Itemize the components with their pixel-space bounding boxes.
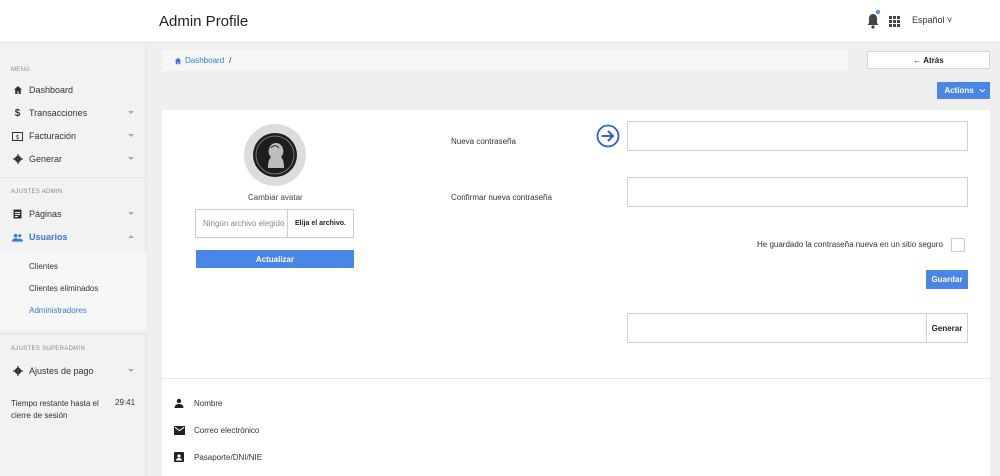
caret-up-icon [128, 235, 134, 238]
sidebar-item-generar[interactable]: Generar [0, 148, 146, 170]
avatar [244, 124, 306, 186]
card-divider [162, 378, 990, 379]
gear-icon [12, 366, 23, 377]
info-id-label: Pasaporte/DNI/NIE [194, 452, 263, 462]
sidebar: MENÚ Dashboard $ Transacciones $ Factura… [0, 43, 146, 476]
update-avatar-button[interactable]: Actualizar [196, 250, 354, 268]
bell-icon[interactable] [866, 13, 880, 29]
sidebar-divider [0, 333, 146, 334]
notification-dot [876, 10, 880, 14]
actions-button[interactable]: Actions [937, 82, 990, 99]
sidebar-item-label: Ajustes de pago [29, 366, 94, 376]
page-icon [12, 209, 23, 220]
chevron-down-icon: ˅ [944, 15, 953, 25]
avatar-file-input[interactable]: Ningún archivo elegido Elija el archivo. [195, 209, 354, 238]
save-button[interactable]: Guardar [926, 270, 968, 289]
info-email-label: Correo electrónico [194, 425, 260, 435]
back-button[interactable]: ← Atrás [867, 51, 990, 69]
section-label-menu: MENÚ [11, 67, 30, 73]
top-bar: Admin Profile Español ˅ [0, 0, 1000, 43]
mail-icon [173, 424, 185, 436]
sidebar-item-paginas[interactable]: Páginas [0, 203, 146, 225]
file-name: Ningún archivo elegido [203, 219, 285, 228]
sidebar-item-dashboard[interactable]: Dashboard [0, 79, 146, 101]
info-name-label: Nombre [194, 398, 223, 408]
usuarios-submenu: Clientes Clientes eliminados Administrad… [0, 252, 146, 330]
invoice-icon: $ [12, 131, 23, 142]
change-avatar-label: Cambiar avatar [248, 193, 303, 202]
language-selector[interactable]: Español ˅ [912, 15, 952, 25]
caret-down-icon [128, 212, 134, 215]
id-card-icon [173, 451, 185, 463]
sidebar-divider [0, 177, 146, 178]
generated-password-field[interactable] [628, 314, 926, 342]
arrow-right-circle-icon[interactable] [596, 124, 620, 148]
confirm-password-label: Confirmar nueva contraseña [451, 193, 552, 202]
sidebar-item-facturacion[interactable]: $ Facturación [0, 125, 146, 147]
submenu-item-clientes[interactable]: Clientes [29, 262, 58, 271]
choose-file-button[interactable]: Elija el archivo. [287, 210, 353, 237]
svg-text:$: $ [16, 134, 20, 141]
home-icon [174, 57, 182, 64]
breadcrumb-separator: / [229, 56, 232, 65]
generate-button[interactable]: Generar [926, 314, 967, 342]
apps-grid-icon[interactable] [889, 16, 900, 27]
sidebar-item-label: Transacciones [29, 108, 88, 118]
submenu-item-clientes-eliminados[interactable]: Clientes eliminados [29, 284, 98, 293]
dollar-icon: $ [14, 107, 21, 119]
new-password-label: Nueva contraseña [451, 137, 516, 146]
section-label-superadmin: AJUSTES SUPERADMIN [11, 346, 86, 352]
home-icon [12, 85, 23, 96]
sidebar-item-usuarios[interactable]: Usuarios [0, 226, 146, 248]
sidebar-item-label: Dashboard [29, 85, 74, 95]
generate-password-group: Generar [627, 313, 968, 343]
session-timer-label: Tiempo restante hasta el cierre de sesió… [11, 399, 99, 420]
sidebar-item-ajustes-pago[interactable]: Ajustes de pago [0, 360, 146, 382]
confirm-password-field[interactable] [627, 177, 968, 207]
info-row-name: Nombre [173, 397, 222, 409]
sidebar-item-label: Generar [29, 154, 63, 164]
section-label-admin: AJUSTES ADMIN [11, 189, 63, 195]
caret-down-icon [128, 369, 134, 372]
sidebar-item-label: Páginas [29, 209, 62, 219]
session-timer-value: 29:41 [115, 398, 136, 407]
caret-down-icon [128, 134, 134, 137]
breadcrumb: Dashboard / [162, 50, 848, 71]
page-title: Admin Profile [159, 13, 249, 30]
saved-password-checkbox[interactable] [951, 238, 965, 252]
chevron-down-icon [979, 86, 985, 92]
new-password-field[interactable] [627, 121, 968, 151]
users-icon [12, 232, 23, 243]
avatar-image [253, 133, 297, 177]
person-icon [173, 397, 185, 409]
info-row-id: Pasaporte/DNI/NIE [173, 451, 262, 463]
breadcrumb-home-link[interactable]: Dashboard [174, 56, 224, 65]
caret-down-icon [128, 111, 134, 114]
saved-password-check-label: He guardado la contraseña nueva en un si… [757, 240, 943, 249]
sidebar-item-label: Usuarios [29, 232, 68, 242]
caret-down-icon [128, 157, 134, 160]
sidebar-item-transacciones[interactable]: $ Transacciones [0, 102, 146, 124]
gear-icon [12, 154, 23, 165]
info-row-email: Correo electrónico [173, 424, 259, 436]
sidebar-item-label: Facturación [29, 131, 77, 141]
submenu-item-administradores[interactable]: Administradores [29, 306, 87, 315]
